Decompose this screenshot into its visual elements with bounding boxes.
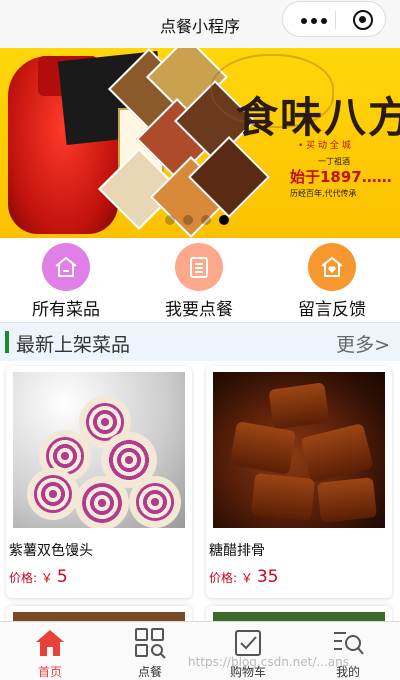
tab-label: 我的 [335,665,360,679]
banner-subtitle: 历经百年,代代传承 [290,189,357,198]
quick-item-label: 留言反馈 [298,300,366,320]
product-image [213,372,385,528]
grid-search-icon [135,628,166,659]
tab-cart[interactable]: 购物车 [198,626,298,680]
carousel-dot[interactable] [165,215,175,225]
product-price: 价格: ￥ 35 [209,567,279,587]
quick-item-label: 我要点餐 [165,300,233,320]
carousel-dot[interactable] [201,215,211,225]
product-image [13,372,185,528]
quick-menu: 所有菜品 我要点餐 留言反馈 [0,240,400,320]
more-icon[interactable] [301,18,327,24]
mini-program-capsule [282,1,386,37]
list-icon [175,243,223,291]
tab-order[interactable]: 点餐 [100,626,200,680]
carousel-indicators [165,215,229,225]
banner-year: 始于1897…… [290,168,392,186]
checkbox-icon [235,630,261,656]
banner-carousel[interactable]: 食味八方 • 买 动 全 城 一丁祖酒 始于1897…… 历经百年,代代传承 [0,48,400,238]
quick-item-all-dishes[interactable]: 所有菜品 [11,243,121,320]
quick-item-label: 所有菜品 [32,300,100,320]
house-heart-icon [308,243,356,291]
product-card[interactable]: 紫薯双色馒头 价格: ￥ 5 [6,366,192,598]
house-icon [42,243,90,291]
tab-mine[interactable]: 我的 [298,626,398,680]
home-icon [36,630,64,656]
section-accent-bar [5,331,9,353]
tab-label: 点餐 [137,665,162,679]
price-label: 价格: ￥ [9,571,53,585]
banner-slogan: 食味八方 [236,93,400,142]
tab-label: 购物车 [229,665,266,679]
carousel-dot-active[interactable] [219,215,229,225]
product-price: 价格: ￥ 5 [9,567,68,587]
tab-bar: 首页 点餐 购物车 我的 [0,621,400,680]
close-icon[interactable] [353,10,373,30]
section-header: 最新上架菜品 更多> [0,322,400,361]
section-title: 最新上架菜品 [16,334,131,356]
price-value: 5 [56,567,68,587]
product-name: 糖醋排骨 [209,543,265,559]
quick-item-feedback[interactable]: 留言反馈 [277,243,387,320]
price-label: 价格: ￥ [209,571,253,585]
nav-bar: 点餐小程序 [0,0,400,49]
price-value: 35 [256,567,279,587]
product-name: 紫薯双色馒头 [9,543,93,559]
quick-item-order[interactable]: 我要点餐 [144,243,254,320]
more-link[interactable]: 更多> [336,330,390,357]
tab-home[interactable]: 首页 [0,626,100,680]
banner-tagline: • 买 动 全 城 [298,141,351,151]
carousel-dot[interactable] [183,215,193,225]
profile-search-icon [334,632,364,655]
product-card[interactable]: 糖醋排骨 价格: ￥ 35 [206,366,392,598]
tab-label: 首页 [37,665,62,679]
capsule-divider [335,11,336,29]
